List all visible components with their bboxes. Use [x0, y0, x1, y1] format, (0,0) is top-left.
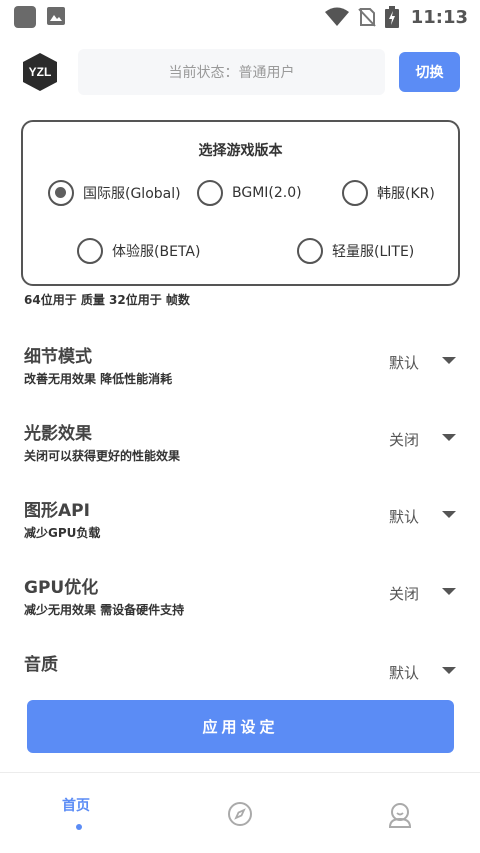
current-status-text: 当前状态：普通用户	[168, 65, 295, 81]
option-label: 韩服(KR)	[377, 186, 435, 202]
setting-title: 光影效果	[24, 424, 92, 444]
apply-settings-label: 应用设定	[202, 718, 279, 736]
partial-row-subtitle: 64位用于 质量 32位用于 帧数	[24, 293, 190, 307]
no-sim-icon	[357, 8, 376, 27]
app-logo: YZL	[23, 53, 57, 91]
setting-title: 图形API	[24, 501, 90, 521]
bottom-navigation: 首页	[0, 772, 480, 853]
setting-value-dropdown[interactable]: 默认	[389, 662, 419, 682]
wifi-icon	[324, 7, 349, 26]
setting-row-detail-mode[interactable]: 细节模式 改善无用效果 降低性能消耗 默认	[0, 342, 480, 412]
setting-value-dropdown[interactable]: 关闭	[389, 429, 419, 450]
setting-subtitle: 减少无用效果 需设备硬件支持	[24, 603, 185, 617]
setting-row-lighting[interactable]: 光影效果 关闭可以获得更好的性能效果 关闭	[0, 419, 480, 489]
radio-button[interactable]	[297, 238, 323, 264]
apply-settings-button[interactable]: 应用设定	[27, 700, 454, 753]
radio-button[interactable]	[77, 238, 103, 264]
option-label: BGMI(2.0)	[232, 185, 302, 201]
setting-row-gpu-optimization[interactable]: GPU优化 减少无用效果 需设备硬件支持 关闭	[0, 573, 480, 643]
setting-row-graphics-api[interactable]: 图形API 减少GPU负载 默认	[0, 496, 480, 566]
svg-text:YZL: YZL	[29, 65, 52, 79]
setting-subtitle: 减少GPU负载	[24, 526, 101, 540]
option-label: 国际服(Global)	[83, 186, 181, 202]
chevron-down-icon[interactable]	[442, 434, 456, 441]
battery-charging-icon	[384, 6, 399, 28]
chevron-down-icon[interactable]	[442, 588, 456, 595]
clock: 11:13	[410, 6, 468, 28]
radio-button[interactable]	[197, 180, 223, 206]
version-option-bgmi[interactable]: BGMI(2.0)	[197, 180, 302, 206]
user-profile-icon[interactable]	[386, 801, 414, 829]
app-notification-icon	[14, 6, 36, 28]
settings-list[interactable]: 64位用于 质量 32位用于 帧数 细节模式 改善无用效果 降低性能消耗 默认 …	[0, 288, 480, 682]
setting-title: 音质	[24, 655, 58, 675]
compass-icon[interactable]	[227, 801, 253, 827]
option-label: 体验服(BETA)	[112, 244, 201, 260]
radio-button[interactable]	[48, 180, 74, 206]
setting-row-audio-quality[interactable]: 音质 默认	[0, 650, 480, 682]
active-tab-indicator	[76, 824, 82, 830]
switch-button[interactable]: 切换	[399, 52, 460, 92]
setting-title: 细节模式	[24, 347, 92, 367]
setting-subtitle: 改善无用效果 降低性能消耗	[24, 372, 173, 386]
switch-button-label: 切换	[415, 65, 444, 81]
version-option-beta[interactable]: 体验服(BETA)	[77, 238, 200, 264]
version-option-kr[interactable]: 韩服(KR)	[342, 180, 435, 206]
option-label: 轻量服(LITE)	[332, 244, 415, 260]
setting-value-dropdown[interactable]: 默认	[389, 506, 419, 527]
radio-button[interactable]	[342, 180, 368, 206]
setting-value-dropdown[interactable]: 默认	[389, 352, 419, 373]
chevron-down-icon[interactable]	[442, 667, 456, 674]
nav-home-tab[interactable]: 首页	[62, 795, 90, 815]
dialog-title: 选择游戏版本	[198, 143, 283, 159]
setting-subtitle: 关闭可以获得更好的性能效果	[24, 449, 181, 463]
setting-title: GPU优化	[24, 578, 99, 598]
chevron-down-icon[interactable]	[442, 357, 456, 364]
version-option-global[interactable]: 国际服(Global)	[48, 180, 181, 206]
image-notification-icon	[47, 7, 65, 25]
chevron-down-icon[interactable]	[442, 511, 456, 518]
version-option-lite[interactable]: 轻量服(LITE)	[297, 238, 414, 264]
setting-value-dropdown[interactable]: 关闭	[389, 583, 419, 604]
status-bar: 11:13	[0, 0, 480, 34]
game-version-dialog: 选择游戏版本 国际服(Global) BGMI(2.0) 韩服(KR) 体验服(…	[21, 120, 460, 286]
current-status-display: 当前状态：普通用户	[78, 49, 385, 95]
